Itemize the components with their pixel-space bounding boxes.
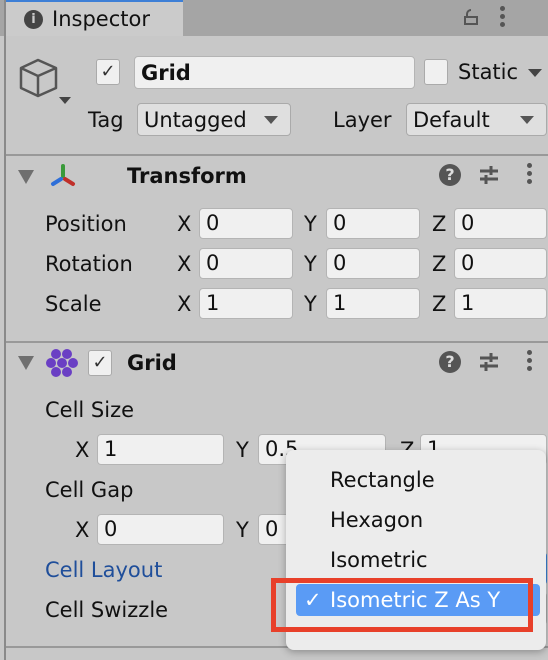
left-border bbox=[4, 0, 6, 660]
tab-inspector[interactable]: i Inspector bbox=[6, 0, 183, 36]
position-x-field[interactable]: 0 bbox=[199, 208, 293, 239]
cell-gap-x-field[interactable]: 0 bbox=[97, 514, 224, 545]
menu-item-rectangle[interactable]: Rectangle bbox=[286, 464, 546, 496]
axis-z-label: Z bbox=[432, 212, 447, 236]
scale-z-field[interactable]: 1 bbox=[454, 288, 547, 319]
transform-axes-icon bbox=[51, 164, 75, 186]
tag-dropdown[interactable]: Untagged bbox=[137, 103, 291, 136]
position-z-field[interactable]: 0 bbox=[454, 208, 547, 239]
layer-label: Layer bbox=[333, 108, 392, 132]
grid-enabled-checkbox[interactable]: ✓ bbox=[88, 350, 112, 376]
scale-label: Scale bbox=[45, 292, 102, 316]
more-options-icon[interactable] bbox=[500, 6, 505, 30]
axis-y-label: Y bbox=[304, 212, 317, 236]
axis-x-label: X bbox=[177, 212, 192, 236]
component-menu-icon[interactable] bbox=[527, 163, 532, 187]
name-field[interactable]: Grid bbox=[134, 56, 415, 89]
menu-item-hexagon[interactable]: Hexagon bbox=[286, 504, 546, 536]
axis-x-label: X bbox=[75, 518, 90, 542]
tag-label: Tag bbox=[88, 108, 124, 132]
layer-value: Default bbox=[413, 108, 490, 132]
lock-icon[interactable] bbox=[464, 9, 480, 25]
presets-sliders-icon[interactable] bbox=[478, 351, 500, 373]
static-dropdown-arrow-icon[interactable] bbox=[528, 69, 542, 77]
menu-item-isometric[interactable]: Isometric bbox=[286, 544, 546, 576]
cell-size-label: Cell Size bbox=[45, 398, 135, 422]
position-label: Position bbox=[45, 212, 127, 236]
grid-title: Grid bbox=[127, 351, 177, 375]
static-label[interactable]: Static bbox=[458, 62, 518, 83]
axis-x-label: X bbox=[75, 438, 90, 462]
cell-swizzle-label: Cell Swizzle bbox=[45, 598, 169, 622]
transform-header[interactable]: Transform ? bbox=[6, 156, 548, 196]
gameobject-cube-icon[interactable] bbox=[18, 56, 76, 110]
help-icon[interactable]: ? bbox=[439, 164, 461, 186]
chevron-down-icon bbox=[264, 116, 278, 124]
foldout-triangle-icon[interactable] bbox=[18, 356, 34, 370]
axis-x-label: X bbox=[177, 292, 192, 316]
grid-hexagon-icon bbox=[46, 349, 78, 377]
foldout-triangle-icon[interactable] bbox=[18, 170, 34, 184]
rotation-label: Rotation bbox=[45, 252, 133, 276]
axis-y-label: Y bbox=[304, 252, 317, 276]
active-checkbox[interactable]: ✓ bbox=[96, 59, 120, 85]
info-icon: i bbox=[24, 10, 43, 29]
chevron-down-icon bbox=[520, 116, 534, 124]
axis-y-label: Y bbox=[304, 292, 317, 316]
presets-sliders-icon[interactable] bbox=[478, 164, 500, 186]
transform-title: Transform bbox=[127, 164, 247, 188]
tag-value: Untagged bbox=[144, 108, 247, 132]
axis-z-label: Z bbox=[432, 252, 447, 276]
component-menu-icon[interactable] bbox=[527, 350, 532, 374]
axis-z-label: Z bbox=[432, 292, 447, 316]
highlight-box bbox=[271, 578, 533, 632]
axis-y-label: Y bbox=[236, 438, 249, 462]
layer-dropdown[interactable]: Default bbox=[406, 103, 547, 136]
cell-gap-label: Cell Gap bbox=[45, 478, 134, 502]
position-y-field[interactable]: 0 bbox=[326, 208, 420, 239]
scale-x-field[interactable]: 1 bbox=[199, 288, 293, 319]
tab-title: Inspector bbox=[52, 7, 150, 31]
cell-layout-label: Cell Layout bbox=[45, 558, 163, 582]
static-checkbox[interactable] bbox=[424, 59, 448, 85]
axis-x-label: X bbox=[177, 252, 192, 276]
help-icon[interactable]: ? bbox=[439, 351, 461, 373]
axis-y-label: Y bbox=[236, 518, 249, 542]
grid-header[interactable]: ✓ Grid ? bbox=[6, 343, 548, 383]
rotation-y-field[interactable]: 0 bbox=[326, 248, 420, 279]
cell-size-x-field[interactable]: 1 bbox=[97, 434, 224, 465]
scale-y-field[interactable]: 1 bbox=[326, 288, 420, 319]
rotation-z-field[interactable]: 0 bbox=[454, 248, 547, 279]
rotation-x-field[interactable]: 0 bbox=[199, 248, 293, 279]
